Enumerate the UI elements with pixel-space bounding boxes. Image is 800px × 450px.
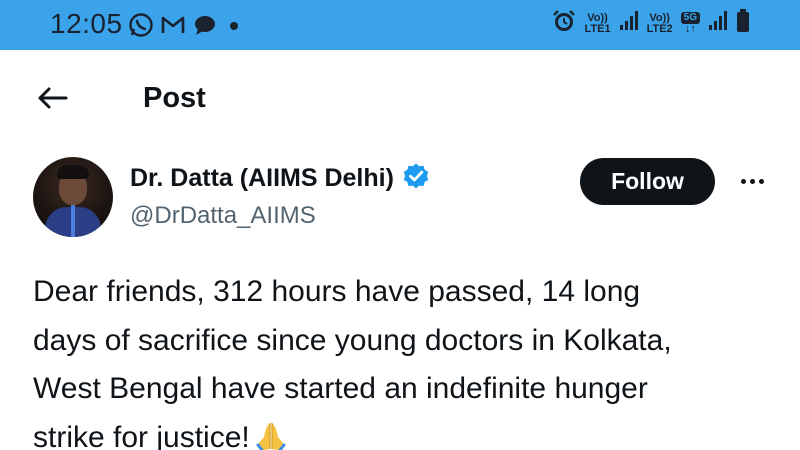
sim2-network-label: Vo)) LTE2 [646,11,673,35]
post-text-line-last: strike for justice! [33,414,783,450]
notification-dot-icon [224,13,244,37]
status-bar: 12:05 Vo)) LTE1 Vo)) LTE2 5G ↓↑ [0,0,800,50]
post-header: Post [0,50,800,150]
signal-icon [619,10,639,37]
status-time: 12:05 [50,8,123,39]
author-name-row[interactable]: Dr. Datta (AIIMS Delhi) [130,162,430,195]
verified-badge-icon [402,162,430,195]
post-text-line: Dear friends, 312 hours have passed, 14 … [33,275,641,308]
post-text-line: days of sacrifice since young doctors in… [33,323,672,357]
network-5g-indicator: 5G ↓↑ [680,12,700,35]
status-system-icons: Vo)) LTE1 Vo)) LTE2 5G ↓↑ [551,8,751,39]
status-notification-icons [128,12,244,38]
post-text-line: West Bengal have started an indefinite h… [33,372,648,405]
follow-button[interactable]: Follow [580,158,715,205]
whatsapp-icon [128,12,154,38]
post-text-line: strike for justice! [33,420,250,450]
chat-bubble-icon [192,13,218,37]
arrow-left-icon [36,86,68,115]
sim1-network-label: Vo)) LTE1 [584,11,611,35]
avatar[interactable] [33,157,113,237]
back-button[interactable] [30,82,74,118]
author-name[interactable]: Dr. Datta (AIIMS Delhi) [130,164,394,193]
author-handle[interactable]: @DrDatta_AIIMS [130,202,316,230]
folded-hands-icon [254,419,288,450]
page-title: Post [143,82,206,114]
more-options-icon[interactable] [735,170,769,192]
signal-icon [708,10,728,37]
post-text: Dear friends, 312 hours have passed, 14 … [33,268,783,450]
battery-icon [736,8,750,39]
alarm-icon [551,8,577,39]
gmail-icon [160,13,186,37]
